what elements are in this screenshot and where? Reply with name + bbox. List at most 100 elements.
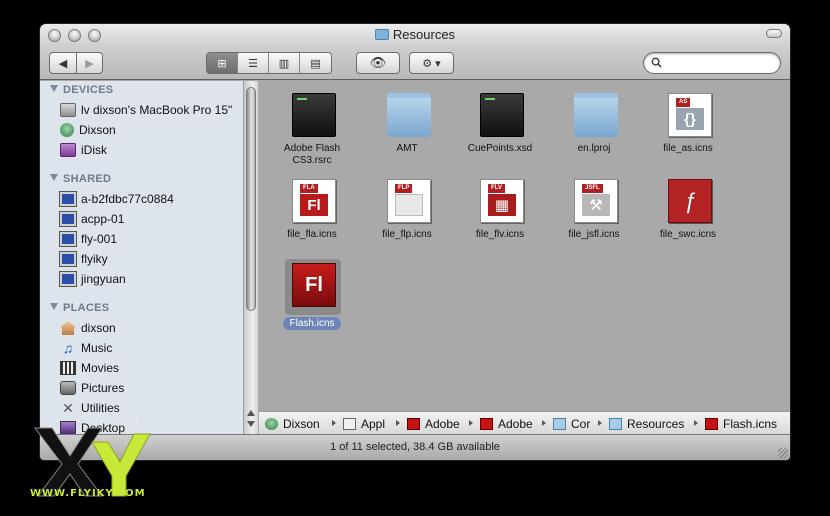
path-bar: Dixson Appl Adobe Adobe Cor Resources Fl… bbox=[259, 411, 790, 434]
status-text: 1 of 11 selected, 38.4 GB available bbox=[330, 441, 500, 453]
monitor-icon bbox=[60, 272, 76, 286]
sidebar-section-devices[interactable]: DEVICES bbox=[50, 84, 113, 96]
file-item[interactable]: en.lproj bbox=[546, 87, 642, 165]
gear-icon: ⚙ ▾ bbox=[422, 57, 441, 70]
jsfl-document-icon: JSFL ⚒ bbox=[574, 179, 618, 223]
path-separator-icon bbox=[542, 420, 546, 426]
sidebar-item-shared[interactable]: jingyuan bbox=[60, 270, 126, 288]
view-coverflow-button[interactable]: ▤ bbox=[300, 53, 331, 73]
forward-button[interactable]: ▶ bbox=[76, 52, 103, 74]
sidebar-item-shared[interactable]: fly-001 bbox=[60, 230, 117, 248]
monitor-icon bbox=[60, 252, 76, 266]
path-item-applications[interactable]: Appl bbox=[343, 416, 385, 432]
file-icon-view: Adobe Flash CS3.rsrc AMT CuePoints.xsd en… bbox=[259, 81, 790, 411]
file-item[interactable]: FLA Fl file_fla.icns bbox=[264, 173, 360, 251]
flash-icon bbox=[407, 418, 420, 430]
scroll-up-arrow-icon[interactable] bbox=[247, 410, 255, 416]
path-separator-icon bbox=[332, 420, 336, 426]
home-icon bbox=[60, 321, 76, 335]
path-item-dixson[interactable]: Dixson bbox=[265, 416, 320, 432]
action-button[interactable]: ⚙ ▾ bbox=[409, 52, 454, 74]
path-item-flash-icns[interactable]: Flash.icns bbox=[705, 416, 777, 432]
flash-document-icon: FLA Fl bbox=[292, 179, 336, 223]
search-input[interactable] bbox=[666, 55, 774, 71]
sidebar-section-places[interactable]: PLACES bbox=[50, 302, 109, 314]
flash-video-document-icon: FLV ▦ bbox=[480, 179, 524, 223]
sidebar-item-pictures[interactable]: Pictures bbox=[60, 379, 124, 397]
sidebar: DEVICES lv dixson's MacBook Pro 15" Dixs… bbox=[40, 81, 258, 434]
path-item-adobe-1[interactable]: Adobe bbox=[407, 416, 460, 432]
sidebar-item-dixson[interactable]: Dixson bbox=[60, 121, 116, 139]
view-mode-control: ⊞ ☰ ▥ ▤ bbox=[206, 52, 332, 74]
search-field[interactable] bbox=[643, 52, 781, 74]
finder-window: Resources ◀ ▶ ⊞ ☰ ▥ ▤ 👁 ⚙ ▾ DEVICES lv d… bbox=[40, 24, 790, 460]
file-item-selected[interactable]: Fl Flash.icns bbox=[264, 259, 360, 337]
registered-mark: ® bbox=[138, 416, 146, 427]
path-item-adobe-2[interactable]: Adobe bbox=[480, 416, 533, 432]
disclosure-triangle-icon bbox=[50, 85, 58, 92]
scrollbar-thumb[interactable] bbox=[246, 87, 256, 311]
tools-icon: ✕ bbox=[62, 400, 74, 416]
sidebar-item-shared[interactable]: a-b2fdbc77c0884 bbox=[60, 190, 174, 208]
file-item[interactable]: ƒ file_swc.icns bbox=[640, 173, 736, 251]
flash-component-icon: ƒ bbox=[668, 179, 712, 223]
path-item-resources[interactable]: Resources bbox=[609, 416, 684, 432]
sidebar-section-shared[interactable]: SHARED bbox=[50, 173, 111, 185]
path-separator-icon bbox=[469, 420, 473, 426]
actionscript-document-icon: AS {} bbox=[668, 93, 712, 137]
hard-drive-icon bbox=[60, 103, 76, 117]
file-item[interactable]: CuePoints.xsd bbox=[452, 87, 548, 165]
movie-icon bbox=[60, 361, 76, 375]
resize-handle[interactable] bbox=[778, 448, 788, 458]
sidebar-scrollbar[interactable] bbox=[243, 81, 258, 434]
terminal-document-icon bbox=[292, 93, 336, 137]
search-icon bbox=[651, 57, 662, 68]
xy-logo-icon bbox=[34, 427, 151, 497]
globe-icon bbox=[265, 418, 278, 430]
disclosure-triangle-icon bbox=[50, 174, 58, 181]
terminal-document-icon bbox=[480, 93, 524, 137]
view-list-button[interactable]: ☰ bbox=[238, 53, 269, 73]
file-item[interactable]: AMT bbox=[359, 87, 455, 165]
disclosure-triangle-icon bbox=[50, 303, 58, 310]
folder-icon bbox=[609, 418, 622, 430]
scroll-down-arrow-icon[interactable] bbox=[247, 421, 255, 427]
sidebar-item-idisk[interactable]: iDisk bbox=[60, 141, 107, 159]
window-title: Resources bbox=[40, 27, 790, 42]
toolbar-toggle-button[interactable] bbox=[766, 29, 782, 38]
back-button[interactable]: ◀ bbox=[49, 52, 77, 74]
file-item[interactable]: Adobe Flash CS3.rsrc bbox=[264, 87, 360, 166]
sidebar-item-home[interactable]: dixson bbox=[60, 319, 116, 337]
view-icons-button[interactable]: ⊞ bbox=[207, 53, 238, 73]
sidebar-item-shared[interactable]: flyiky bbox=[60, 250, 108, 268]
folder-icon bbox=[553, 418, 566, 430]
watermark-text: WWW.FLYIKY.COM bbox=[30, 488, 146, 499]
sidebar-item-shared[interactable]: acpp-01 bbox=[60, 210, 124, 228]
music-icon: ♫ bbox=[62, 340, 74, 356]
title-bar: Resources ◀ ▶ ⊞ ☰ ▥ ▤ 👁 ⚙ ▾ bbox=[40, 24, 790, 80]
path-separator-icon bbox=[396, 420, 400, 426]
flash-project-document-icon: FLP bbox=[387, 179, 431, 223]
idisk-icon bbox=[60, 143, 76, 157]
monitor-icon bbox=[60, 192, 76, 206]
folder-icon bbox=[387, 93, 431, 137]
applications-folder-icon bbox=[343, 418, 356, 430]
sidebar-item-macbook[interactable]: lv dixson's MacBook Pro 15" bbox=[60, 101, 232, 119]
sidebar-item-music[interactable]: ♫ Music bbox=[60, 339, 113, 357]
sidebar-item-utilities[interactable]: ✕ Utilities bbox=[60, 399, 120, 417]
quick-look-button[interactable]: 👁 bbox=[356, 52, 400, 74]
camera-icon bbox=[60, 381, 76, 395]
file-item[interactable]: AS {} file_as.icns bbox=[640, 87, 736, 165]
file-item[interactable]: FLP file_flp.icns bbox=[359, 173, 455, 251]
folder-icon bbox=[574, 93, 618, 137]
view-columns-button[interactable]: ▥ bbox=[269, 53, 300, 73]
path-item-common[interactable]: Cor bbox=[553, 416, 590, 432]
flash-icon bbox=[480, 418, 493, 430]
path-separator-icon bbox=[598, 420, 602, 426]
monitor-icon bbox=[60, 212, 76, 226]
sidebar-item-movies[interactable]: Movies bbox=[60, 359, 119, 377]
flash-app-icon: Fl bbox=[292, 263, 336, 307]
path-separator-icon bbox=[694, 420, 698, 426]
file-item[interactable]: JSFL ⚒ file_jsfl.icns bbox=[546, 173, 642, 251]
file-item[interactable]: FLV ▦ file_flv.icns bbox=[452, 173, 548, 251]
